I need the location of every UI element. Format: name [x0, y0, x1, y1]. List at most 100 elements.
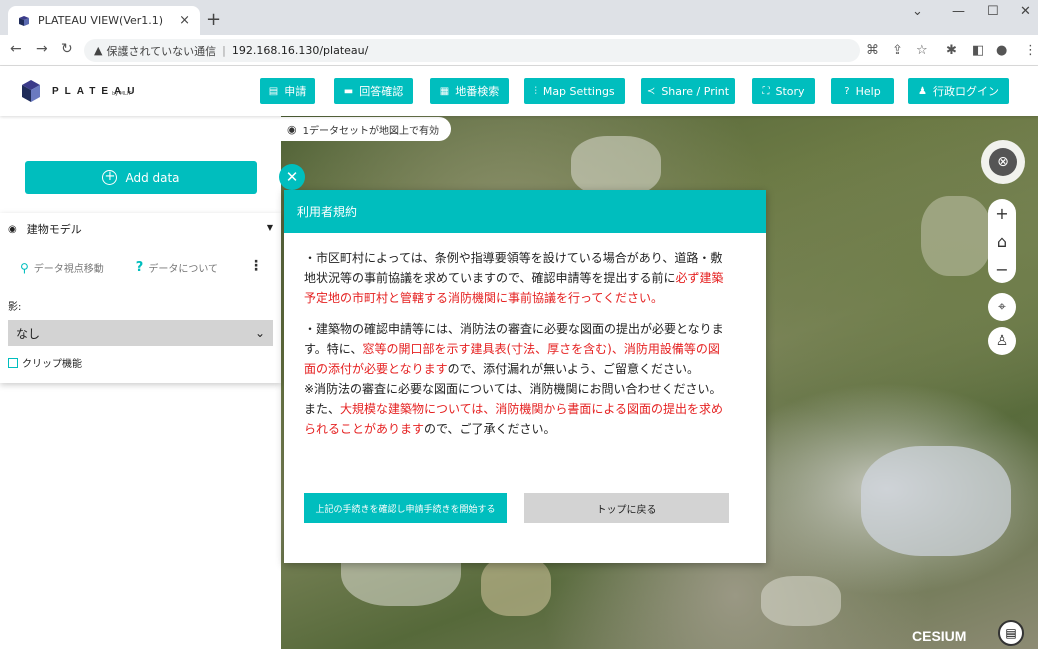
nav-map-settings-label: Map Settings — [542, 84, 615, 98]
nav-apply-button[interactable]: ▤ 申請 — [260, 78, 315, 104]
forward-arrow-icon[interactable]: → — [36, 41, 48, 57]
para2-text-b: ので、添付漏れが無いよう、ご留意ください。 — [447, 362, 699, 376]
nav-story-button[interactable]: ⛶ Story — [752, 78, 815, 104]
chevron-down-icon[interactable]: ⌄ — [912, 4, 923, 19]
zoom-out-icon[interactable]: − — [995, 260, 1008, 279]
terms-modal: 利用者規約 ・市区町村によっては、条例や指導要領等を設けている場合があり、道路・… — [284, 190, 766, 563]
locate-button[interactable]: ⌖ — [988, 293, 1016, 321]
window-close-icon[interactable]: ✕ — [1020, 4, 1031, 19]
user-icon: ♟ — [918, 85, 927, 97]
dataset-links: ⚲ データ視点移動 ? データについて — [20, 260, 218, 275]
nav-apply-label: 申請 — [284, 85, 307, 98]
plus-circle-icon: + — [102, 170, 118, 185]
back-arrow-icon[interactable]: ← — [10, 41, 22, 57]
add-data-button[interactable]: + Add data — [25, 161, 257, 194]
add-data-label: Add data — [125, 170, 180, 185]
para1-text: ・市区町村によっては、条例や指導要領等を設けている場合があり、道路・敷地状況等の… — [304, 251, 723, 285]
back-to-top-button[interactable]: トップに戻る — [524, 493, 729, 523]
nav-map-settings-button[interactable]: ⫶ Map Settings — [524, 78, 625, 104]
bookmark-star-icon[interactable]: ☆ — [916, 43, 928, 58]
extensions-icon[interactable]: ✱ — [946, 43, 957, 58]
menu-dots-icon[interactable]: ⋮ — [1024, 43, 1037, 58]
url-bar[interactable]: ▲ 保護されていない通信 | 192.168.16.130/plateau/ — [84, 39, 860, 62]
nav-help-label: Help — [855, 84, 881, 98]
message-icon: ▬ — [343, 85, 354, 97]
tab-close-icon[interactable]: × — [179, 13, 190, 28]
terms-paragraph-3: ※消防法の審査に必要な図面については、消防機関にお問い合わせください。また、大規… — [304, 379, 730, 439]
plateau-logo-mark-icon — [22, 80, 40, 102]
modal-body: ・市区町村によっては、条例や指導要領等を設けている場合があり、道路・敷地状況等の… — [304, 248, 730, 450]
building-icon: ▦ — [439, 85, 450, 97]
sliders-icon: ⫶ — [534, 85, 537, 97]
share-icon: ≺ — [646, 85, 656, 97]
nav-story-label: Story — [775, 84, 805, 98]
help-icon: ? — [844, 85, 850, 97]
nav-lot-search-button[interactable]: ▦ 地番検索 — [430, 78, 509, 104]
signal-icon: ◉ — [287, 122, 297, 136]
modal-close-button[interactable]: ✕ — [279, 164, 305, 190]
security-warning: 保護されていない通信 — [106, 44, 217, 58]
browser-addressbar: ← → ↻ ▲ 保護されていない通信 | 192.168.16.130/plat… — [0, 35, 1038, 66]
active-dataset-status: ◉ 1データセットが地図上で有効 — [281, 117, 451, 141]
clip-label: クリップ機能 — [22, 359, 82, 370]
compass-icon: ⊗ — [989, 148, 1017, 176]
para3-text-b: ので、ご了承ください。 — [424, 422, 556, 436]
dataset-about-link[interactable]: データについて — [148, 260, 218, 275]
story-icon: ⛶ — [762, 85, 770, 97]
nav-admin-login-label: 行政ログイン — [932, 85, 999, 98]
new-tab-button[interactable]: + — [206, 9, 221, 30]
url-text: 192.168.16.130/plateau/ — [231, 44, 369, 57]
minimize-icon[interactable]: — — [952, 4, 965, 19]
shadow-select[interactable]: なし ⌄ — [8, 320, 273, 346]
chat-icon: ▤ — [1005, 626, 1017, 640]
plateau-favicon-icon — [19, 15, 29, 26]
dataset-move-link[interactable]: データ視点移動 — [34, 260, 104, 275]
terms-paragraph-2: ・建築物の確認申請等には、消防法の審査に必要な図面の提出が必要となります。特に、… — [304, 319, 730, 379]
clip-checkbox[interactable]: クリップ機能 — [8, 355, 82, 370]
caret-down-icon[interactable]: ▼ — [267, 223, 273, 232]
compass-control[interactable]: ⊗ — [981, 140, 1025, 184]
share-page-icon[interactable]: ⇪ — [892, 43, 903, 58]
dataset-header[interactable]: ◉ 建物モデル — [8, 221, 82, 237]
question-icon: ? — [135, 260, 144, 275]
nav-lot-search-label: 地番検索 — [455, 85, 500, 98]
nav-share-print-button[interactable]: ≺ Share / Print — [641, 78, 735, 104]
accept-start-button[interactable]: 上記の手続きを確認し申請手続きを開始する — [304, 493, 507, 523]
tab-title: PLATEAU VIEW(Ver1.1) — [38, 14, 164, 27]
modal-header: 利用者規約 — [284, 190, 766, 233]
more-options-icon[interactable]: ⋮ — [249, 258, 263, 274]
dataset-title: 建物モデル — [26, 223, 82, 236]
cesium-attribution[interactable]: CESIUM — [912, 628, 966, 644]
close-icon: ✕ — [285, 168, 299, 186]
nav-help-button[interactable]: ? Help — [831, 78, 894, 104]
terms-paragraph-1: ・市区町村によっては、条例や指導要領等を設けている場合があり、道路・敷地状況等の… — [304, 248, 730, 308]
chevron-down-icon: ⌄ — [254, 326, 265, 340]
shadow-label: 影: — [8, 302, 22, 313]
browser-tab[interactable]: PLATEAU VIEW(Ver1.1) × — [8, 6, 200, 35]
zoom-control: + ⌂ − — [988, 199, 1016, 283]
document-icon: ▤ — [268, 85, 279, 97]
nav-answer-check-button[interactable]: ▬ 回答確認 — [334, 78, 413, 104]
browser-tabbar: PLATEAU VIEW(Ver1.1) × + ⌄ — ☐ ✕ — [0, 0, 1038, 35]
home-icon[interactable]: ⌂ — [997, 232, 1007, 251]
profile-icon[interactable]: ● — [996, 43, 1007, 58]
checkbox-icon[interactable] — [8, 357, 18, 368]
reload-icon[interactable]: ↻ — [61, 41, 73, 57]
nav-answer-check-label: 回答確認 — [359, 85, 404, 98]
pedestrian-mode-button[interactable]: ♙ — [988, 327, 1016, 355]
active-dataset-text: 1データセットが地図上で有効 — [302, 125, 439, 137]
nav-admin-login-button[interactable]: ♟ 行政ログイン — [908, 78, 1009, 104]
maximize-icon[interactable]: ☐ — [987, 4, 999, 19]
logo-subtitle: by MLIT — [112, 91, 132, 97]
zoom-in-icon[interactable]: + — [995, 204, 1008, 223]
translate-icon[interactable]: ⌘ — [866, 43, 879, 58]
nav-share-print-label: Share / Print — [661, 84, 730, 98]
feedback-button[interactable]: ▤ — [998, 620, 1024, 646]
app-header: PLATEAU by MLIT ▤ 申請 ▬ 回答確認 ▦ 地番検索 ⫶ Map Set… — [0, 66, 1038, 116]
left-panel: + Add data ◉ 建物モデル ▼ ⚲ データ視点移動 ? データについて… — [0, 116, 281, 649]
crosshair-icon: ⌖ — [998, 299, 1006, 315]
warning-triangle-icon: ▲ — [94, 44, 103, 57]
eye-icon[interactable]: ◉ — [8, 224, 17, 235]
url-separator: | — [222, 44, 226, 57]
sidepanel-icon[interactable]: ◧ — [972, 43, 984, 58]
